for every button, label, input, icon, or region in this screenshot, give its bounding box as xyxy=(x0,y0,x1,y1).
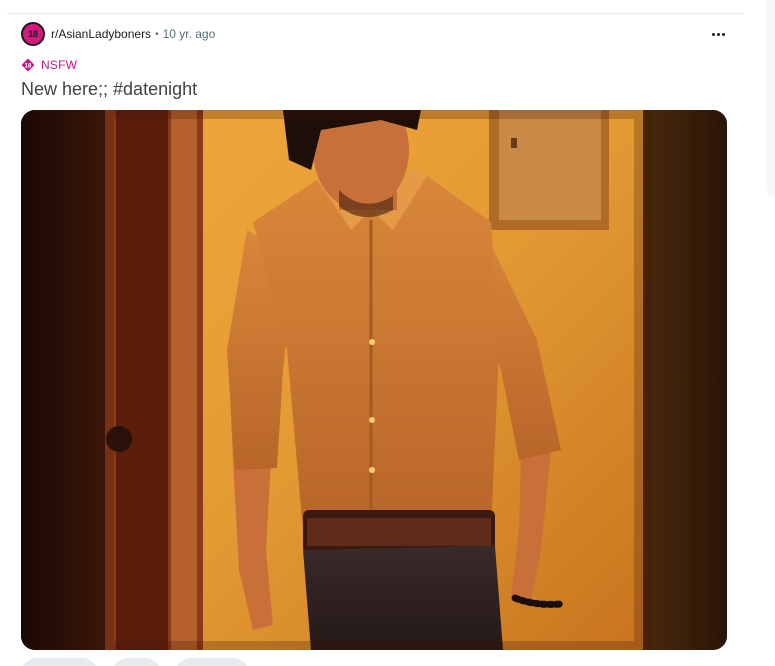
comments-button[interactable] xyxy=(112,658,161,666)
nsfw-diamond-icon: 18 xyxy=(21,58,35,72)
subreddit-avatar-label: 18 xyxy=(28,29,38,39)
page: 18 r/AsianLadyboners • 10 yr. ago 18 NSF… xyxy=(0,0,775,666)
subreddit-name[interactable]: r/AsianLadyboners xyxy=(51,27,151,41)
overflow-menu-button[interactable] xyxy=(705,22,731,46)
subreddit-avatar[interactable]: 18 xyxy=(21,22,45,46)
vote-button[interactable] xyxy=(21,658,98,666)
more-horizontal-icon xyxy=(711,32,725,36)
nsfw-label: NSFW xyxy=(41,58,78,72)
right-sidebar-edge xyxy=(766,0,775,196)
post-card[interactable]: 18 r/AsianLadyboners • 10 yr. ago 18 NSF… xyxy=(0,0,744,666)
svg-text:18: 18 xyxy=(25,63,32,69)
post-meta: 18 r/AsianLadyboners • 10 yr. ago xyxy=(21,21,215,47)
share-button[interactable] xyxy=(175,658,249,666)
post-action-bar xyxy=(21,658,249,666)
post-title[interactable]: New here;; #datenight xyxy=(21,79,197,100)
post-image[interactable] xyxy=(21,110,727,650)
nsfw-tag: 18 NSFW xyxy=(21,57,77,73)
post-timestamp: 10 yr. ago xyxy=(162,27,216,41)
post-photo xyxy=(21,110,727,650)
meta-separator: • xyxy=(155,28,159,40)
